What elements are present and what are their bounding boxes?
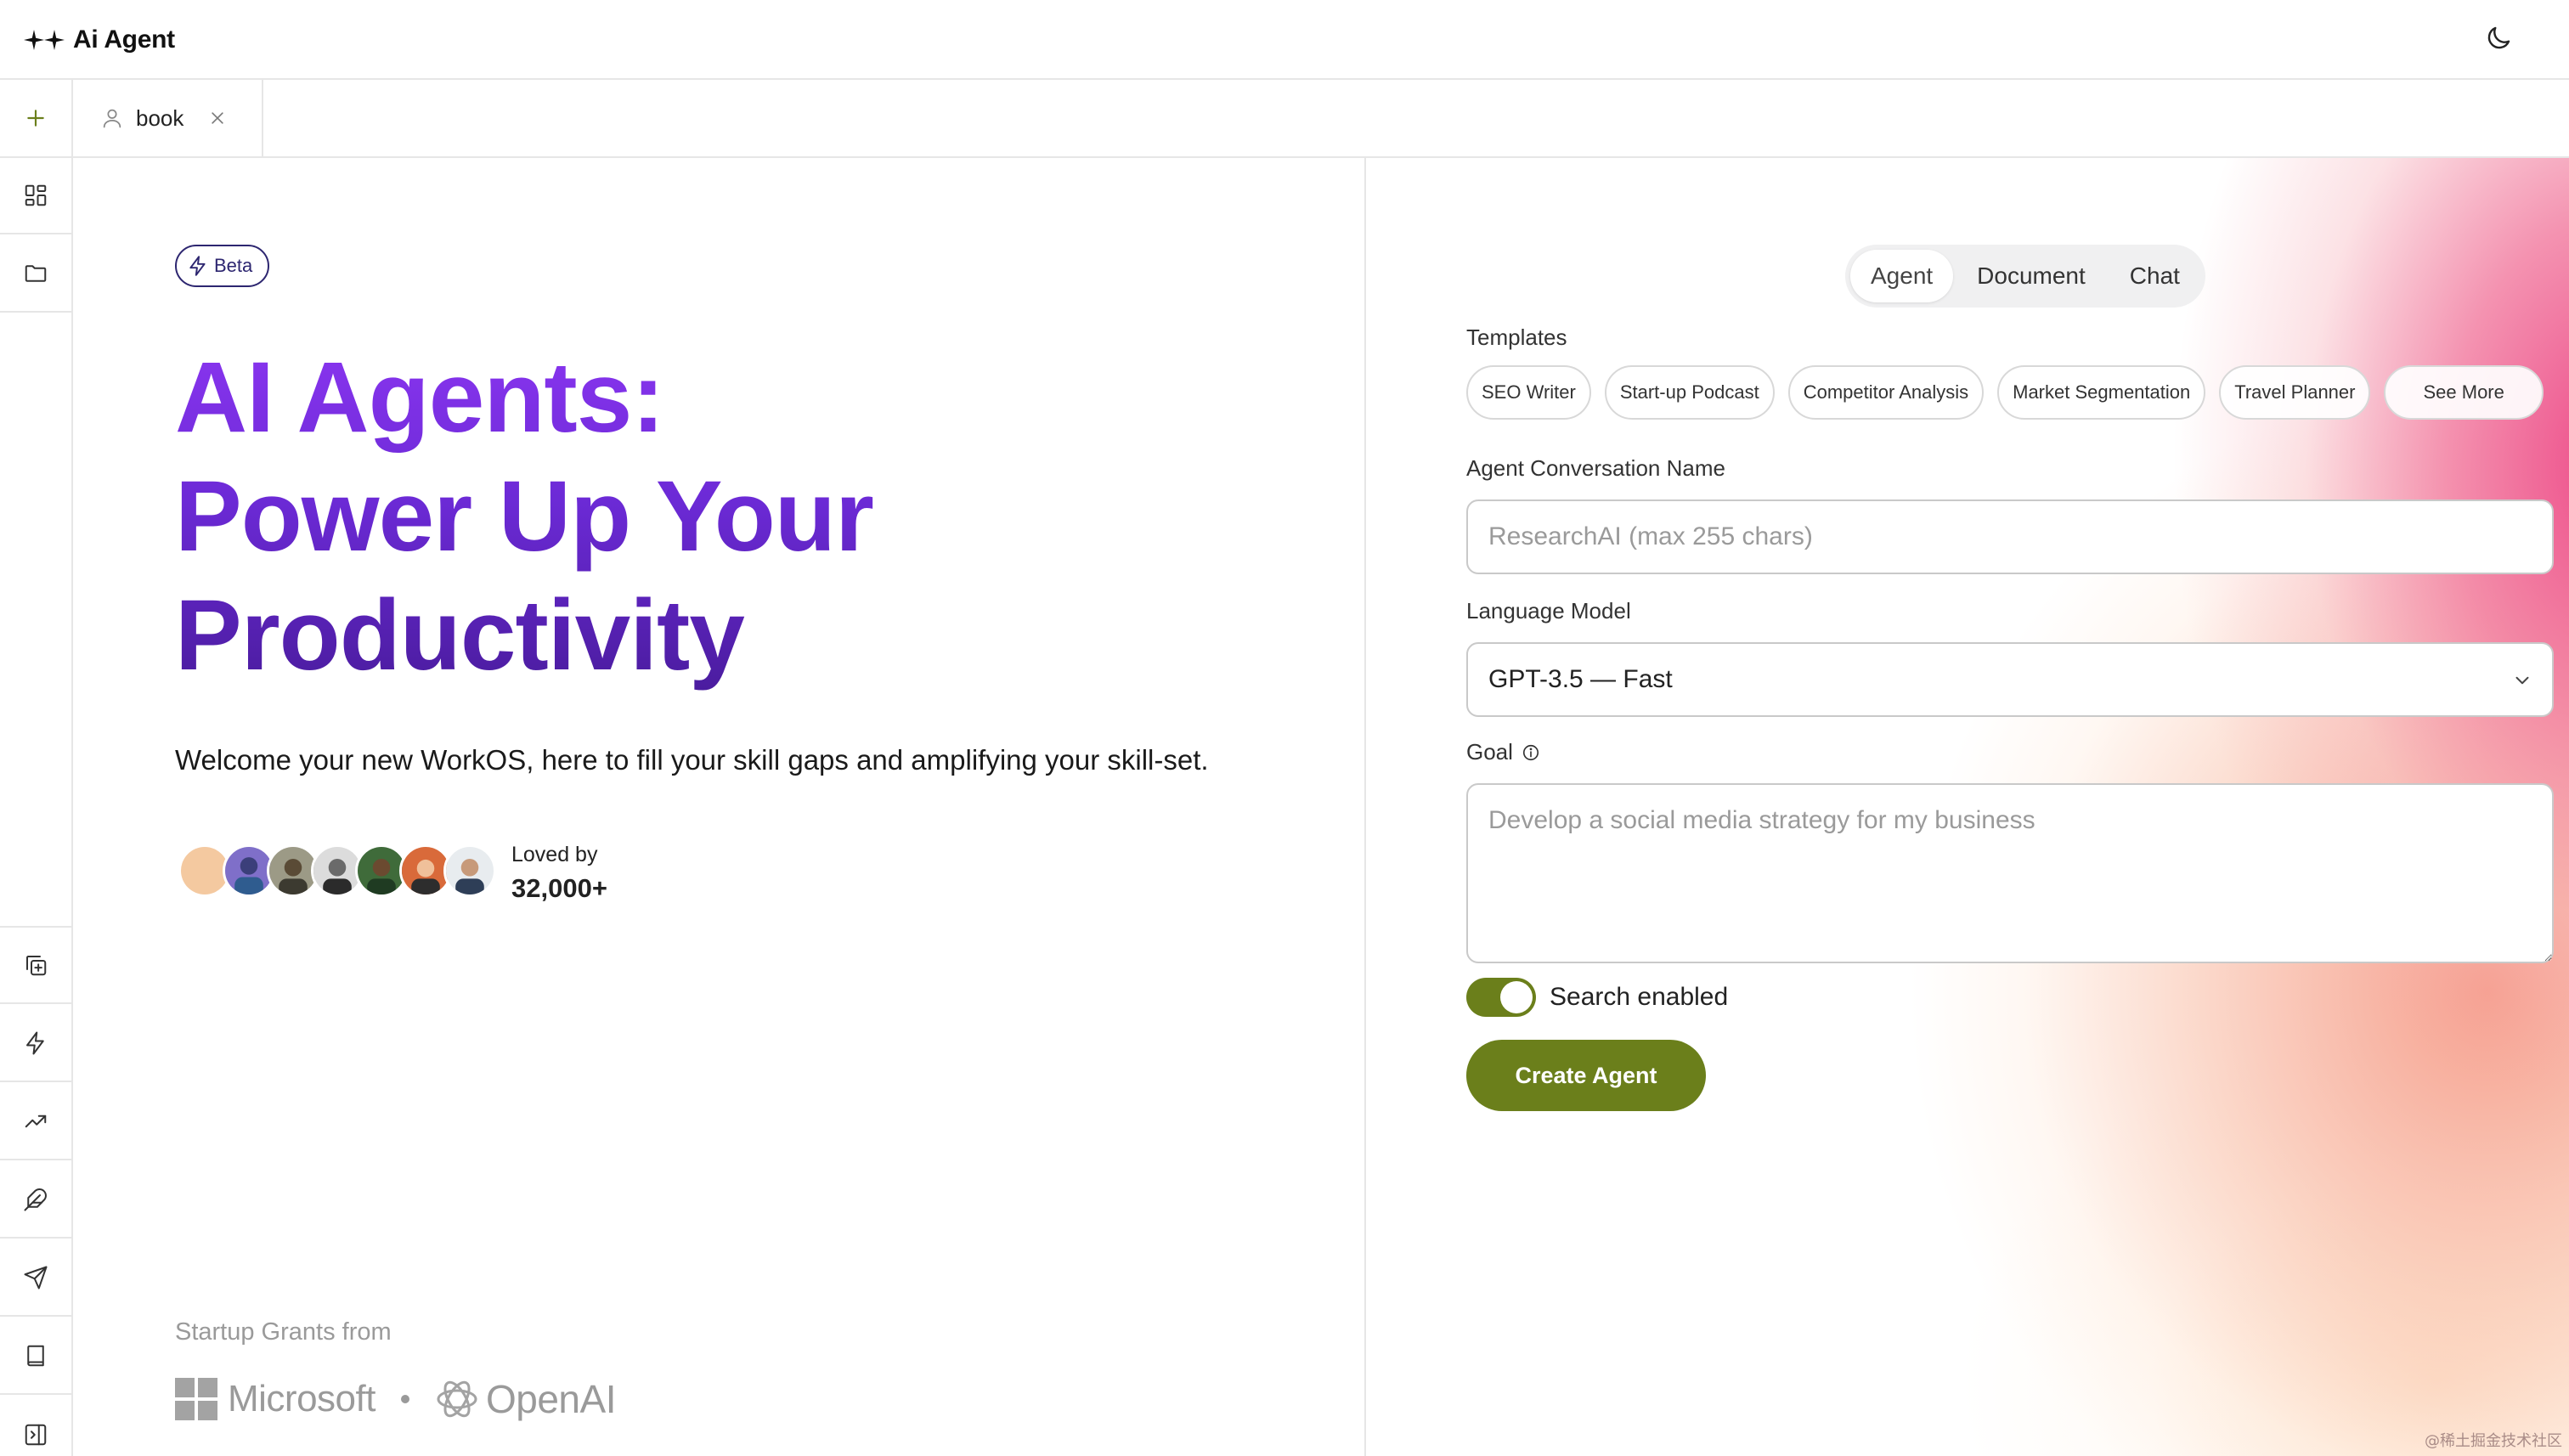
user-icon <box>100 106 124 130</box>
hero-title-line: Productivity <box>175 579 744 691</box>
avatar-stack <box>178 844 496 900</box>
language-model-select[interactable]: GPT-3.5 — Fast <box>1466 642 2554 717</box>
goal-textarea[interactable] <box>1466 783 2554 963</box>
template-chip-travel-planner[interactable]: Travel Planner <box>2219 365 2371 420</box>
mode-document-tab[interactable]: Document <box>1956 250 2106 302</box>
tab-book[interactable]: book <box>73 80 263 156</box>
avatar <box>443 844 496 897</box>
dashboard-icon <box>25 184 47 206</box>
toggle-knob <box>1500 981 1533 1013</box>
rail-feather-button[interactable] <box>0 1162 71 1239</box>
rail-zap-button[interactable] <box>0 1006 71 1082</box>
zap-icon <box>189 256 206 276</box>
template-chip-seo-writer[interactable]: SEO Writer <box>1466 365 1591 420</box>
mode-agent-tab[interactable]: Agent <box>1850 250 1954 302</box>
tab-strip: book <box>0 80 2569 158</box>
search-toggle-switch[interactable] <box>1466 978 1536 1017</box>
microsoft-icon <box>175 1378 217 1420</box>
template-chip-competitor-analysis[interactable]: Competitor Analysis <box>1787 365 1985 420</box>
hero-panel: Beta AI Agents: Power Up Your Productivi… <box>73 158 1366 1456</box>
hero-title: AI Agents: Power Up Your Productivity <box>175 338 1109 695</box>
microsoft-logo: Microsoft <box>175 1378 375 1420</box>
language-model-value: GPT-3.5 — Fast <box>1488 665 1673 693</box>
app-title: Ai Agent <box>73 25 175 54</box>
rail-send-button[interactable] <box>0 1240 71 1317</box>
hero-subtitle: Welcome your new WorkOS, here to fill yo… <box>175 744 1209 776</box>
chevron-down-icon <box>2515 676 2529 685</box>
template-chip-market-segmentation[interactable]: Market Segmentation <box>1997 365 2206 420</box>
zap-icon <box>26 1031 44 1055</box>
copy-plus-icon <box>26 956 47 976</box>
left-rail <box>0 158 73 1456</box>
panel-toggle-icon <box>25 1424 47 1446</box>
info-icon[interactable] <box>1522 743 1540 762</box>
theme-toggle-button[interactable] <box>2477 17 2520 59</box>
mode-switch: Agent Document Chat <box>1845 245 2205 308</box>
tab-close-button[interactable] <box>207 108 228 128</box>
watermark: @稀土掘金技术社区 <box>2425 1432 2562 1450</box>
tab-label: book <box>136 104 184 131</box>
send-icon <box>24 1266 48 1290</box>
close-icon <box>212 112 224 124</box>
moon-icon <box>2487 26 2510 49</box>
conversation-name-input[interactable] <box>1466 499 2554 574</box>
folder-icon <box>25 265 47 282</box>
mode-chat-tab[interactable]: Chat <box>2109 250 2200 302</box>
openai-name: OpenAI <box>485 1377 617 1421</box>
language-model-label: Language Model <box>1466 598 1631 624</box>
conversation-name-label: Agent Conversation Name <box>1466 455 1725 481</box>
templates-label: Templates <box>1466 324 1567 350</box>
sparkles-icon <box>24 30 65 50</box>
beta-badge: Beta <box>175 245 270 287</box>
book-icon <box>27 1345 44 1367</box>
logo-separator <box>400 1395 409 1403</box>
rail-book-button[interactable] <box>0 1318 71 1395</box>
top-bar: Ai Agent <box>0 0 2569 80</box>
brand-logo[interactable]: Ai Agent <box>24 19 175 61</box>
rail-trending-button[interactable] <box>0 1084 71 1160</box>
trending-up-icon <box>25 1115 47 1128</box>
beta-label: Beta <box>214 255 253 276</box>
hero-title-line: AI Agents: <box>175 341 664 454</box>
goal-label: Goal <box>1466 739 1513 765</box>
new-tab-button[interactable] <box>0 80 73 156</box>
partner-logos: Microsoft OpenAI <box>175 1371 616 1427</box>
openai-logo: OpenAI <box>433 1375 616 1423</box>
rail-panel-toggle-button[interactable] <box>0 1397 71 1456</box>
plus-icon <box>27 110 44 127</box>
loved-by-label: Loved by <box>511 843 598 866</box>
loved-by-count: 32,000+ <box>511 873 607 903</box>
create-agent-button[interactable]: Create Agent <box>1466 1040 1706 1111</box>
see-more-templates-button[interactable]: See More <box>2384 365 2544 420</box>
agent-form-panel: Agent Document Chat Templates SEO Writer… <box>1366 158 2569 1456</box>
goal-label-row: Goal <box>1466 739 1540 765</box>
hero-title-line: Power Up Your <box>175 460 873 573</box>
search-toggle-row: Search enabled <box>1466 977 1728 1018</box>
microsoft-name: Microsoft <box>228 1378 375 1419</box>
template-chip-startup-podcast[interactable]: Start-up Podcast <box>1604 365 1775 420</box>
rail-dashboard-button[interactable] <box>0 158 71 234</box>
rail-folder-button[interactable] <box>0 236 71 313</box>
template-chips: SEO Writer Start-up Podcast Competitor A… <box>1466 365 2544 421</box>
feather-icon <box>24 1188 47 1211</box>
rail-copy-plus-button[interactable] <box>0 928 71 1004</box>
openai-icon <box>437 1380 477 1418</box>
search-toggle-label: Search enabled <box>1550 983 1729 1011</box>
grants-label: Startup Grants from <box>175 1318 392 1346</box>
